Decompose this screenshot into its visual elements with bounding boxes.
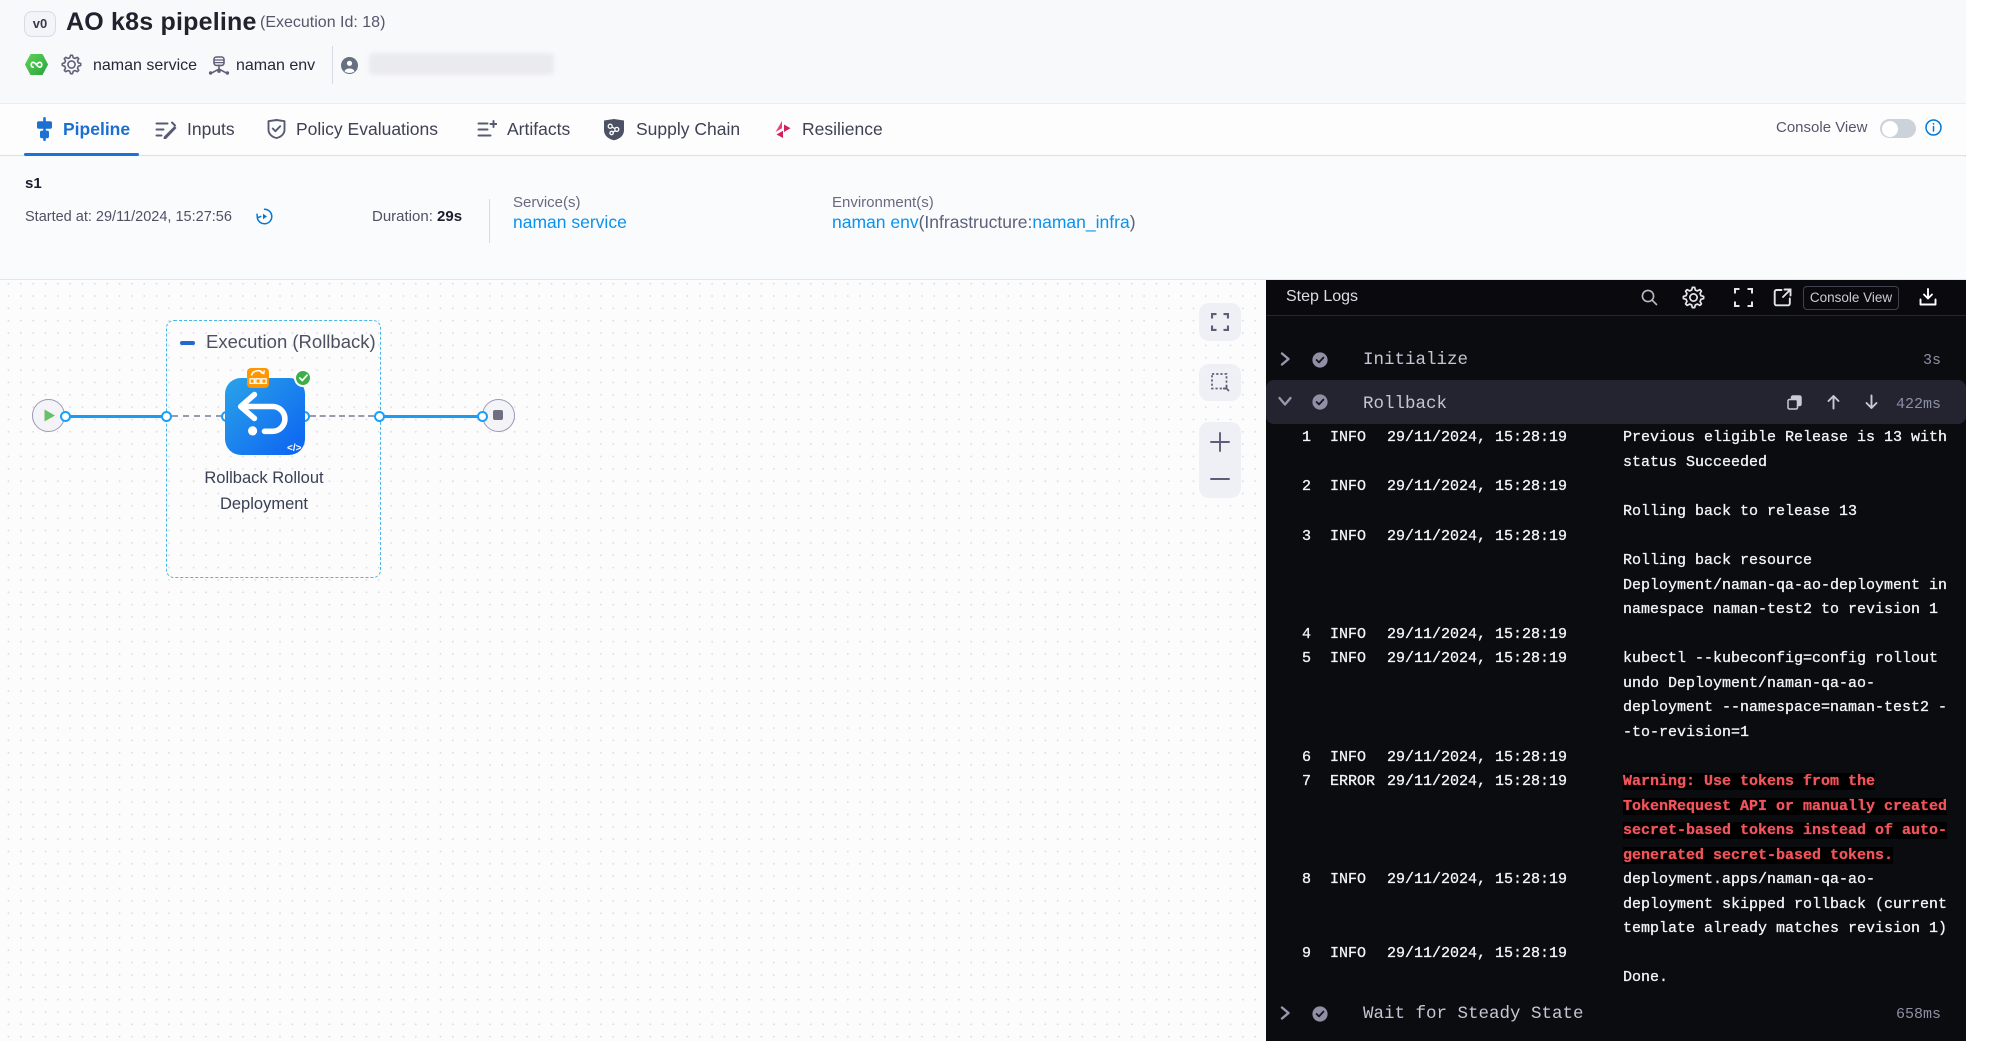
svg-text:</>: </> <box>287 443 302 454</box>
